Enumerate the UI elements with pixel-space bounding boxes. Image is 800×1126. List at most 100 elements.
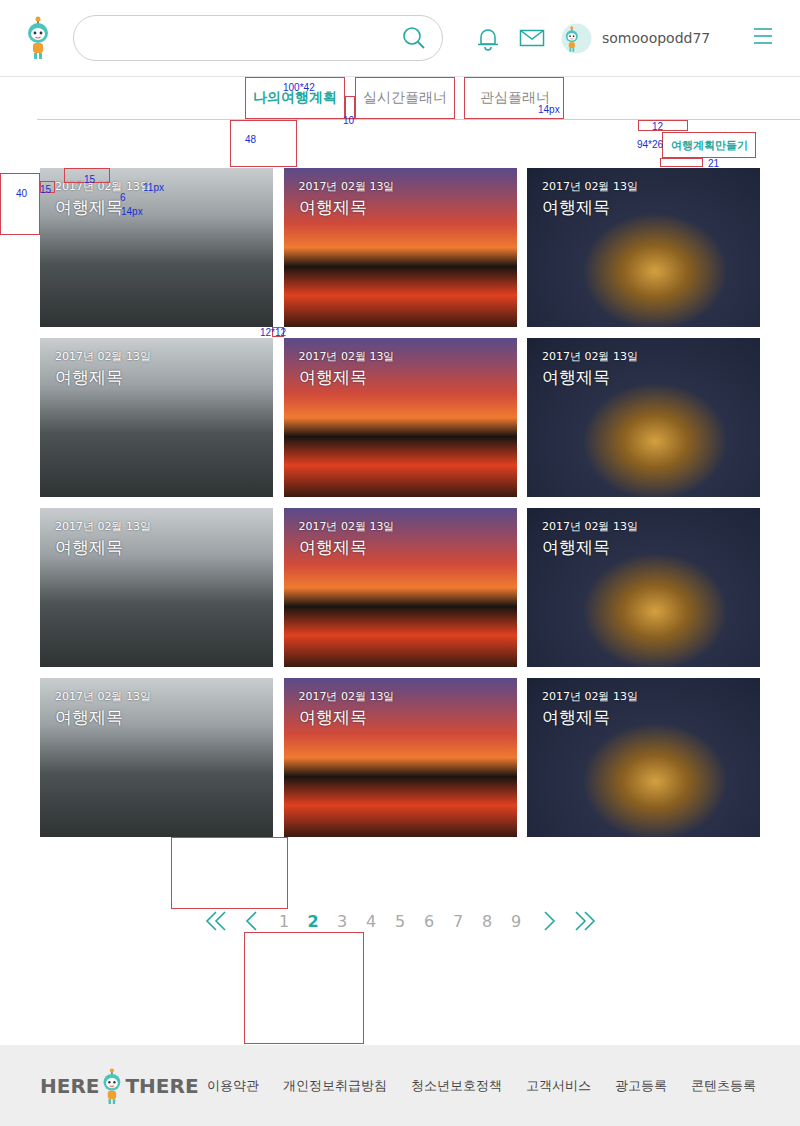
spec-label: 94*26: [637, 139, 663, 150]
trip-card[interactable]: 2017년 02월 13일여행제목: [40, 678, 273, 837]
trip-title[interactable]: 여행제목: [542, 197, 745, 217]
page-number[interactable]: 6: [415, 912, 444, 931]
spec-box: [660, 158, 703, 167]
trip-date: 2017년 02월 13일: [299, 180, 502, 193]
spec-label: 14px: [121, 206, 143, 217]
page-number[interactable]: 9: [502, 912, 531, 931]
header: somooopodd77: [0, 0, 800, 77]
trip-date: 2017년 02월 13일: [299, 350, 502, 363]
tab[interactable]: 나의여행계획: [245, 77, 345, 119]
page-label[interactable]: 3: [337, 912, 347, 931]
page-label[interactable]: 9: [511, 912, 521, 931]
prev-page-icon[interactable]: [240, 910, 264, 932]
tab-label[interactable]: 실시간플래너: [363, 89, 447, 107]
trip-card[interactable]: 2017년 02월 13일여행제목: [40, 338, 273, 497]
avatar-icon[interactable]: [561, 23, 592, 54]
page-label[interactable]: 4: [366, 912, 376, 931]
page-number[interactable]: 1: [270, 912, 299, 931]
trip-date: 2017년 02월 13일: [299, 690, 502, 703]
menu[interactable]: [754, 27, 772, 49]
trip-card[interactable]: 2017년 02월 13일여행제목: [527, 168, 760, 327]
page-number[interactable]: 7: [444, 912, 473, 931]
trip-date: 2017년 02월 13일: [299, 520, 502, 533]
footer-link[interactable]: 고객서비스: [526, 1077, 591, 1095]
tab[interactable]: 실시간플래너: [355, 77, 455, 119]
prev-page[interactable]: [234, 910, 270, 932]
username[interactable]: somooopodd77: [602, 30, 710, 46]
trip-card[interactable]: 2017년 02월 13일여행제목: [284, 168, 517, 327]
trip-title[interactable]: 여행제목: [542, 707, 745, 727]
footer-link[interactable]: 광고등록: [615, 1077, 667, 1095]
trip-date: 2017년 02월 13일: [542, 350, 745, 363]
button-row: 여행계획만들기: [0, 120, 800, 158]
trip-title[interactable]: 여행제목: [55, 367, 258, 387]
page-number[interactable]: 2: [299, 912, 328, 931]
trip-card[interactable]: 2017년 02월 13일여행제목: [527, 678, 760, 837]
page-number[interactable]: 8: [473, 912, 502, 931]
tab-label[interactable]: 나의여행계획: [253, 89, 337, 107]
page-label[interactable]: 8: [482, 912, 492, 931]
spec-box: [0, 173, 40, 235]
create-plan-button[interactable]: 여행계획만들기: [662, 132, 756, 158]
pagination: 123456789: [0, 909, 800, 933]
trip-card[interactable]: 2017년 02월 13일여행제목: [40, 168, 273, 327]
last-page-icon[interactable]: [573, 910, 597, 932]
mail-icon[interactable]: [519, 27, 545, 49]
tab-label[interactable]: 관심플래너: [480, 89, 550, 107]
spec-label: 48: [245, 134, 256, 145]
spec-label: 15: [40, 184, 51, 195]
mascot-icon: [101, 1068, 123, 1104]
search-box[interactable]: [73, 15, 443, 61]
search-input[interactable]: [94, 29, 402, 47]
page-label[interactable]: 7: [453, 912, 463, 931]
spec-label: 21: [708, 158, 719, 169]
user-profile[interactable]: somooopodd77: [561, 23, 710, 54]
page-label[interactable]: 6: [424, 912, 434, 931]
spec-box: [40, 181, 55, 193]
trip-card[interactable]: 2017년 02월 13일여행제목: [527, 338, 760, 497]
trip-title[interactable]: 여행제목: [542, 537, 745, 557]
trip-card[interactable]: 2017년 02월 13일여행제목: [284, 678, 517, 837]
next-page[interactable]: [531, 910, 567, 932]
trip-title[interactable]: 여행제목: [299, 197, 502, 217]
footer-link[interactable]: 개인정보취급방침: [283, 1077, 387, 1095]
hamburger-icon[interactable]: [754, 27, 772, 45]
trip-title[interactable]: 여행제목: [542, 367, 745, 387]
page-label[interactable]: 5: [395, 912, 405, 931]
spec-box: [230, 120, 297, 167]
page-number[interactable]: 5: [386, 912, 415, 931]
tab[interactable]: 관심플래너: [465, 77, 565, 119]
page-number[interactable]: 4: [357, 912, 386, 931]
page-label[interactable]: 2: [307, 912, 318, 931]
trip-title[interactable]: 여행제목: [55, 197, 258, 217]
header-icons: [475, 25, 545, 51]
mascot-logo-icon[interactable]: [25, 16, 51, 60]
trip-date: 2017년 02월 13일: [542, 180, 745, 193]
footer-logo[interactable]: HERETHERE: [40, 1068, 199, 1104]
page-number[interactable]: 3: [328, 912, 357, 931]
trip-card[interactable]: 2017년 02월 13일여행제목: [284, 338, 517, 497]
first-page-icon[interactable]: [204, 910, 228, 932]
last-page[interactable]: [567, 910, 603, 932]
trip-card[interactable]: 2017년 02월 13일여행제목: [284, 508, 517, 667]
trip-title[interactable]: 여행제목: [55, 537, 258, 557]
footer-link[interactable]: 이용약관: [207, 1077, 259, 1095]
footer-link[interactable]: 콘텐츠등록: [691, 1077, 756, 1095]
next-page-icon[interactable]: [537, 910, 561, 932]
trip-date: 2017년 02월 13일: [55, 690, 258, 703]
bell-icon[interactable]: [475, 25, 501, 51]
first-page[interactable]: [198, 910, 234, 932]
page-label[interactable]: 1: [279, 912, 289, 931]
trip-title[interactable]: 여행제목: [55, 707, 258, 727]
footer: HERETHERE 이용약관 개인정보취급방침 청소년보호정책 고객서비스 광고등록 콘텐츠…: [0, 1045, 800, 1126]
trip-title[interactable]: 여행제목: [299, 537, 502, 557]
search-icon[interactable]: [402, 26, 426, 50]
trip-date: 2017년 02월 13일: [55, 350, 258, 363]
footer-link[interactable]: 청소년보호정책: [411, 1077, 502, 1095]
trip-title[interactable]: 여행제목: [299, 367, 502, 387]
trip-date: 2017년 02월 13일: [542, 520, 745, 533]
trip-title[interactable]: 여행제목: [299, 707, 502, 727]
trip-card[interactable]: 2017년 02월 13일여행제목: [527, 508, 760, 667]
logo-text: THERE: [125, 1074, 198, 1098]
trip-card[interactable]: 2017년 02월 13일여행제목: [40, 508, 273, 667]
